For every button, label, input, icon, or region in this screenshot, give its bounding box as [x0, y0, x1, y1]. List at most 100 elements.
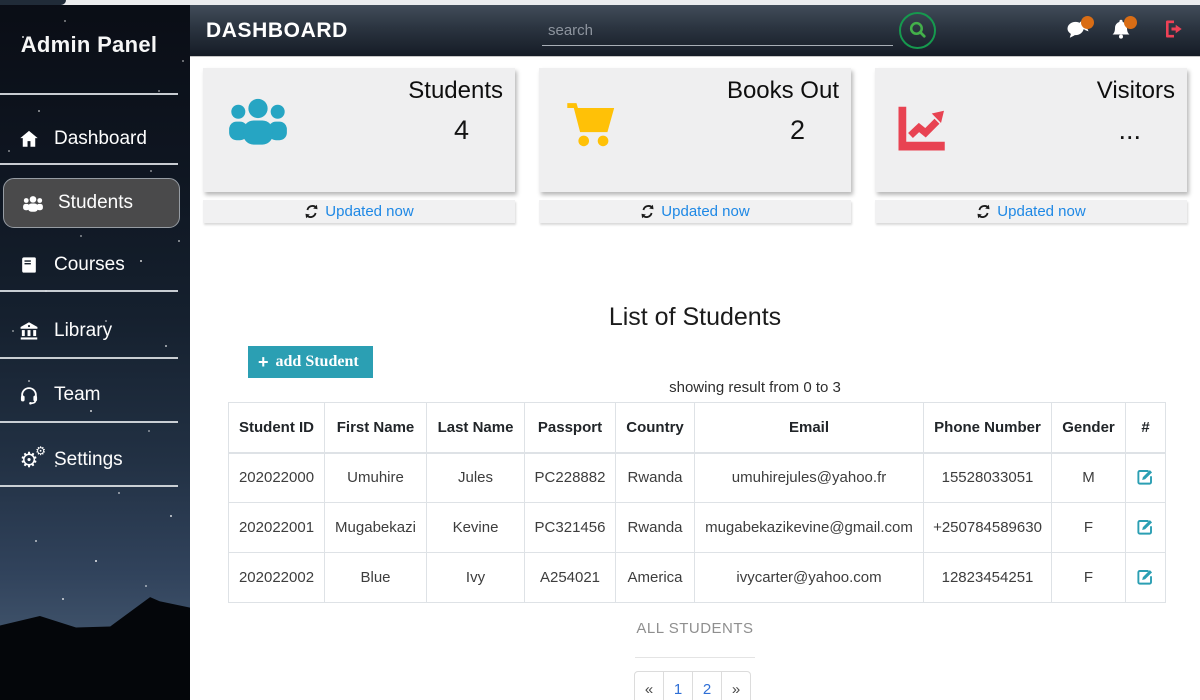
refresh-icon — [304, 204, 319, 219]
sidebar-item-settings[interactable]: ⚙⚙ Settings — [0, 435, 180, 485]
card-footer: Updated now — [875, 200, 1187, 223]
edit-student-button[interactable] — [1134, 465, 1157, 491]
sidebar-divider — [0, 421, 178, 423]
sidebar-item-students[interactable]: Students — [3, 178, 180, 228]
col-header: Last Name — [427, 403, 525, 453]
browser-chrome-strip — [0, 0, 1200, 5]
sidebar-item-library[interactable]: Library — [0, 306, 180, 356]
sidebar-item-label: Team — [54, 384, 100, 406]
search-input[interactable] — [542, 16, 893, 46]
cell-email: umuhirejules@yahoo.fr — [695, 453, 924, 503]
sign-out-icon — [1162, 17, 1187, 46]
pagination-page-2[interactable]: 2 — [692, 671, 722, 700]
card-footer: Updated now — [539, 200, 851, 223]
cell-gender: M — [1052, 453, 1126, 503]
sidebar-divider — [0, 485, 178, 487]
admin-panel-app: Admin Panel Dashboard Stu — [0, 0, 1200, 700]
users-icon — [223, 94, 293, 152]
card-title: Books Out — [727, 77, 839, 105]
cell-passport: A254021 — [525, 553, 616, 603]
edit-student-button[interactable] — [1134, 515, 1157, 541]
col-header: Phone Number — [924, 403, 1052, 453]
messages-button[interactable] — [1064, 17, 1092, 45]
cell-gender: F — [1052, 553, 1126, 603]
search-button[interactable] — [899, 12, 936, 49]
cell-passport: PC228882 — [525, 453, 616, 503]
cell-actions — [1126, 553, 1166, 603]
add-student-button[interactable]: + add Student — [248, 346, 373, 378]
card-title: Students — [408, 77, 503, 105]
card-title: Visitors — [1097, 77, 1175, 105]
cart-icon — [559, 94, 621, 157]
table-header-row: Student ID First Name Last Name Passport… — [229, 403, 1166, 453]
book-icon — [17, 253, 41, 277]
sidebar-divider — [0, 93, 178, 95]
cell-actions — [1126, 453, 1166, 503]
updated-label: Updated now — [325, 203, 413, 220]
line-chart-icon — [891, 98, 951, 163]
cell-last-name: Jules — [427, 453, 525, 503]
cell-phone: 12823454251 — [924, 553, 1052, 603]
edit-icon — [1136, 574, 1155, 589]
sidebar-item-dashboard[interactable]: Dashboard — [0, 114, 180, 164]
cell-country: America — [616, 553, 695, 603]
cell-first-name: Umuhire — [325, 453, 427, 503]
sidebar-item-label: Courses — [54, 254, 125, 276]
sidebar-divider — [0, 290, 178, 292]
sidebar-item-team[interactable]: Team — [0, 370, 180, 420]
sidebar-item-courses[interactable]: Courses — [0, 240, 180, 290]
col-header: # — [1126, 403, 1166, 453]
cell-email: ivycarter@yahoo.com — [695, 553, 924, 603]
pagination-prev[interactable]: « — [634, 671, 664, 700]
card-value: 4 — [454, 115, 469, 146]
search-icon — [908, 20, 927, 42]
cell-gender: F — [1052, 503, 1126, 553]
plus-icon: + — [258, 353, 269, 371]
cell-country: Rwanda — [616, 453, 695, 503]
pagination-next[interactable]: » — [721, 671, 751, 700]
col-header: First Name — [325, 403, 427, 453]
stat-card-books-out: Books Out 2 Updated now — [539, 68, 851, 223]
sidebar-item-label: Library — [54, 320, 112, 342]
cell-phone: 15528033051 — [924, 453, 1052, 503]
pagination-page-1[interactable]: 1 — [663, 671, 693, 700]
edit-icon — [1136, 524, 1155, 539]
table-row: 202022001 Mugabekazi Kevine PC321456 Rwa… — [229, 503, 1166, 553]
refresh-icon — [640, 204, 655, 219]
edit-student-button[interactable] — [1134, 565, 1157, 591]
table-row: 202022000 Umuhire Jules PC228882 Rwanda … — [229, 453, 1166, 503]
headset-icon — [17, 383, 41, 407]
topbar: DASHBOARD — [190, 5, 1200, 57]
card-value: 2 — [790, 115, 805, 146]
sidebar-item-label: Students — [58, 192, 133, 214]
cell-first-name: Blue — [325, 553, 427, 603]
cell-country: Rwanda — [616, 503, 695, 553]
result-count-text: showing result from 0 to 3 — [310, 379, 1200, 396]
card-footer: Updated now — [203, 200, 515, 223]
notification-badge — [1081, 16, 1094, 29]
logout-button[interactable] — [1160, 17, 1188, 45]
notifications-button[interactable] — [1107, 17, 1135, 45]
col-header: Passport — [525, 403, 616, 453]
stat-cards: Students 4 Updated now — [203, 68, 1187, 223]
home-icon — [17, 127, 41, 151]
card-value: ... — [1118, 115, 1141, 146]
edit-icon — [1136, 474, 1155, 489]
pagination: « 1 2 » — [634, 671, 751, 700]
col-header: Email — [695, 403, 924, 453]
app-title: Admin Panel — [0, 32, 178, 58]
sidebar-divider — [0, 357, 178, 359]
stat-card-visitors: Visitors ... Updated now — [875, 68, 1187, 223]
table-footer-label: ALL STUDENTS — [190, 620, 1200, 637]
mountain-silhouette — [0, 595, 190, 700]
notification-badge — [1124, 16, 1137, 29]
table-row: 202022002 Blue Ivy A254021 America ivyca… — [229, 553, 1166, 603]
cell-email: mugabekazikevine@gmail.com — [695, 503, 924, 553]
refresh-icon — [976, 204, 991, 219]
updated-label: Updated now — [661, 203, 749, 220]
cell-first-name: Mugabekazi — [325, 503, 427, 553]
users-icon — [21, 191, 45, 215]
cell-student-id: 202022002 — [229, 553, 325, 603]
updated-label: Updated now — [997, 203, 1085, 220]
sidebar-item-label: Dashboard — [54, 128, 147, 150]
